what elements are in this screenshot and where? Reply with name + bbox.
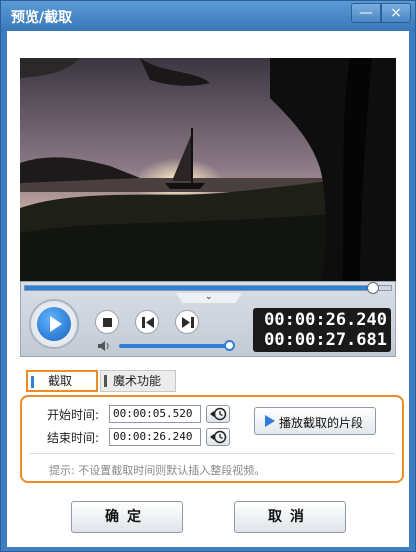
step-back-icon [142,317,154,328]
stop-icon [103,318,112,327]
clock-icon [210,430,227,444]
play-segment-button[interactable]: 播放截取的片段 [254,407,376,435]
end-time-input[interactable]: 00:00:26.240 [109,428,201,446]
set-end-time-button[interactable] [206,428,230,446]
play-button[interactable] [29,299,79,349]
volume-icon[interactable] [98,341,110,351]
close-button[interactable]: × [381,3,411,23]
step-forward-icon [182,317,194,328]
hint-text: 提示: 不设置截取时间则默认插入整段视频。 [49,464,266,477]
chevron-down-icon[interactable]: ⌄ [205,292,213,302]
dialog-body: ⌄ 00:00:26.240 00:00:27.681 截取 魔术功能 开始时间… [7,31,409,547]
volume-slider-handle[interactable] [224,340,235,351]
set-start-time-button[interactable] [206,405,230,423]
tab-trim[interactable]: 截取 [26,370,98,392]
total-time: 00:00:27.681 [264,330,387,350]
tab-magic-features[interactable]: 魔术功能 [100,370,176,392]
tab-label: 截取 [48,374,73,388]
start-time-label: 开始时间: [47,408,100,422]
tab-marker-icon [31,376,34,388]
minimize-button[interactable]: — [351,3,381,23]
seek-bar-progress [25,286,373,290]
seek-bar-handle[interactable] [367,282,379,294]
divider [30,453,394,454]
preview-trim-dialog: 预览/截取 — × ⌄ 00:00:26.240 00:00:27.681 截取… [0,0,416,552]
end-time-label: 结束时间: [47,431,100,445]
title-bar[interactable]: 预览/截取 — × [1,1,415,31]
video-preview [20,58,396,302]
tab-label: 魔术功能 [113,374,162,388]
play-segment-label: 播放截取的片段 [279,416,364,430]
volume-slider[interactable] [119,344,229,348]
ok-button[interactable]: 确定 [71,501,183,533]
next-frame-button[interactable] [175,310,199,334]
video-frame-image [20,58,396,302]
cancel-button[interactable]: 取消 [234,501,346,533]
player-controls: ⌄ 00:00:26.240 00:00:27.681 [20,281,396,357]
previous-frame-button[interactable] [135,310,159,334]
play-icon [37,307,71,341]
window-title: 预览/截取 [11,10,73,26]
current-time: 00:00:26.240 [264,310,387,330]
seek-bar[interactable] [24,282,392,294]
stop-button[interactable] [95,310,119,334]
clock-icon [210,407,227,421]
trim-panel: 开始时间: 00:00:05.520 结束时间: 00:00:26.240 播放… [20,395,404,483]
tab-marker-icon [104,375,107,387]
play-icon [265,415,275,427]
time-display: 00:00:26.240 00:00:27.681 [253,308,391,352]
start-time-input[interactable]: 00:00:05.520 [109,405,201,423]
